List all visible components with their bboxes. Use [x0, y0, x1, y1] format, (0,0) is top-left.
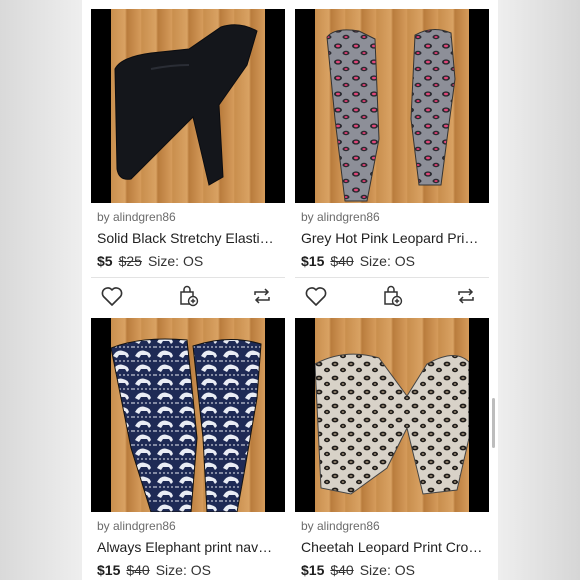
- seller-name[interactable]: by alindgren86: [301, 519, 380, 533]
- scrollbar[interactable]: [492, 398, 495, 448]
- listing-title[interactable]: Grey Hot Pink Leopard Print Leggings: [301, 230, 483, 246]
- divider: [295, 277, 489, 278]
- heart-icon[interactable]: [303, 283, 329, 309]
- original-price: $40: [126, 562, 150, 578]
- price: $15: [301, 562, 325, 578]
- listing-photo[interactable]: [91, 9, 285, 203]
- shopping-bag-plus-icon[interactable]: [379, 283, 405, 309]
- shopping-bag-plus-icon[interactable]: [175, 283, 201, 309]
- original-price: $25: [118, 253, 142, 269]
- price-row: $15 $40 Size: OS: [301, 253, 415, 269]
- size-label: Size: OS: [155, 562, 211, 578]
- share-repost-icon[interactable]: [453, 283, 479, 309]
- price-row: $5 $25 Size: OS: [97, 253, 203, 269]
- listing-card[interactable]: by alindgren86 Solid Black Stretchy Elas…: [91, 9, 285, 309]
- action-bar: [295, 283, 489, 309]
- listing-photo[interactable]: [295, 318, 489, 512]
- listing-card[interactable]: by alindgren86 Cheetah Leopard Print Cro…: [295, 318, 489, 580]
- listing-card[interactable]: by alindgren86 Grey Hot Pink Leopard Pri…: [295, 9, 489, 309]
- listings-grid: by alindgren86 Solid Black Stretchy Elas…: [82, 0, 498, 580]
- divider: [91, 277, 285, 278]
- price-row: $15 $40 Size: OS: [301, 562, 415, 578]
- listing-title[interactable]: Always Elephant print navy leggings: [97, 539, 279, 555]
- listing-title[interactable]: Cheetah Leopard Print Cropped Leggings: [301, 539, 483, 555]
- price-row: $15 $40 Size: OS: [97, 562, 211, 578]
- heart-icon[interactable]: [99, 283, 125, 309]
- leggings-image: [326, 29, 456, 202]
- listing-photo[interactable]: [91, 318, 285, 512]
- price: $15: [301, 253, 325, 269]
- share-repost-icon[interactable]: [249, 283, 275, 309]
- seller-name[interactable]: by alindgren86: [301, 210, 380, 224]
- action-bar: [91, 283, 285, 309]
- listing-title[interactable]: Solid Black Stretchy Elastic Waist Leggi…: [97, 230, 279, 246]
- listing-card[interactable]: by alindgren86 Always Elephant print nav…: [91, 318, 285, 580]
- seller-name[interactable]: by alindgren86: [97, 210, 176, 224]
- size-label: Size: OS: [359, 562, 415, 578]
- original-price: $40: [330, 562, 354, 578]
- price: $15: [97, 562, 121, 578]
- listing-photo[interactable]: [295, 9, 489, 203]
- original-price: $40: [330, 253, 354, 269]
- seller-name[interactable]: by alindgren86: [97, 519, 176, 533]
- price: $5: [97, 253, 113, 269]
- size-label: Size: OS: [147, 253, 204, 269]
- leggings-image: [111, 338, 262, 512]
- leggings-image: [315, 353, 469, 495]
- leggings-image: [114, 24, 258, 186]
- size-label: Size: OS: [359, 253, 415, 269]
